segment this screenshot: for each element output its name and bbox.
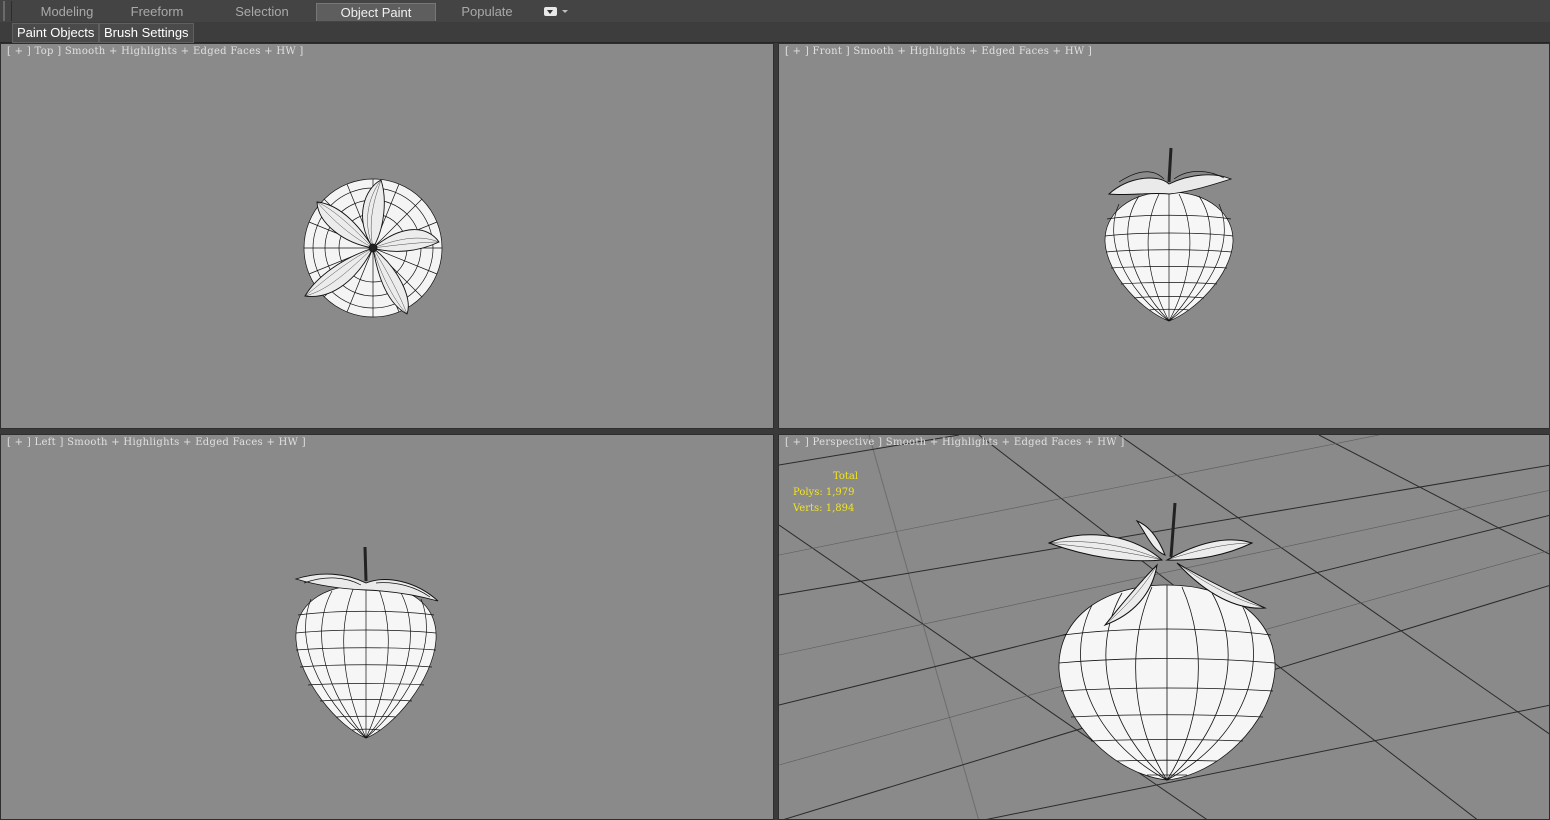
stats-total-label: Total: [833, 471, 859, 482]
viewport-front[interactable]: [ + ] Front ] Smooth + Highlights + Edge…: [778, 43, 1550, 429]
viewport-perspective[interactable]: [ + ] Perspective ] Smooth + Highlights …: [778, 434, 1550, 820]
tab-modeling[interactable]: Modeling: [28, 3, 106, 21]
ribbon-options-icon[interactable]: [544, 6, 570, 18]
viewport-top[interactable]: [ + ] Top ] Smooth + Highlights + Edged …: [0, 43, 774, 429]
paint-objects-button[interactable]: Paint Objects: [12, 23, 100, 43]
viewport-left[interactable]: [ + ] Left ] Smooth + Highlights + Edged…: [0, 434, 774, 820]
strawberry-left-view: [294, 546, 439, 739]
perspective-grid: [779, 435, 1549, 819]
ribbon-tab-bar: Modeling Freeform Selection Object Paint…: [0, 0, 1550, 23]
strawberry-front-view: [1104, 147, 1234, 322]
viewport-perspective-label[interactable]: [ + ] Perspective ] Smooth + Highlights …: [785, 437, 1125, 448]
stats-verts: Verts: 1,894: [793, 503, 855, 514]
scene-statistics: Total Polys: 1,979 Verts: 1,894: [793, 469, 858, 517]
tab-populate[interactable]: Populate: [448, 3, 526, 21]
tab-selection[interactable]: Selection: [222, 3, 302, 21]
object-paint-panel: Paint Objects Brush Settings: [0, 22, 1550, 43]
stats-polys: Polys: 1,979: [793, 487, 855, 498]
ribbon-grip-handle[interactable]: [3, 1, 12, 21]
strawberry-top-view: [303, 178, 443, 318]
tab-freeform[interactable]: Freeform: [118, 3, 196, 21]
brush-settings-button[interactable]: Brush Settings: [99, 23, 194, 43]
tab-object-paint[interactable]: Object Paint: [316, 3, 436, 21]
